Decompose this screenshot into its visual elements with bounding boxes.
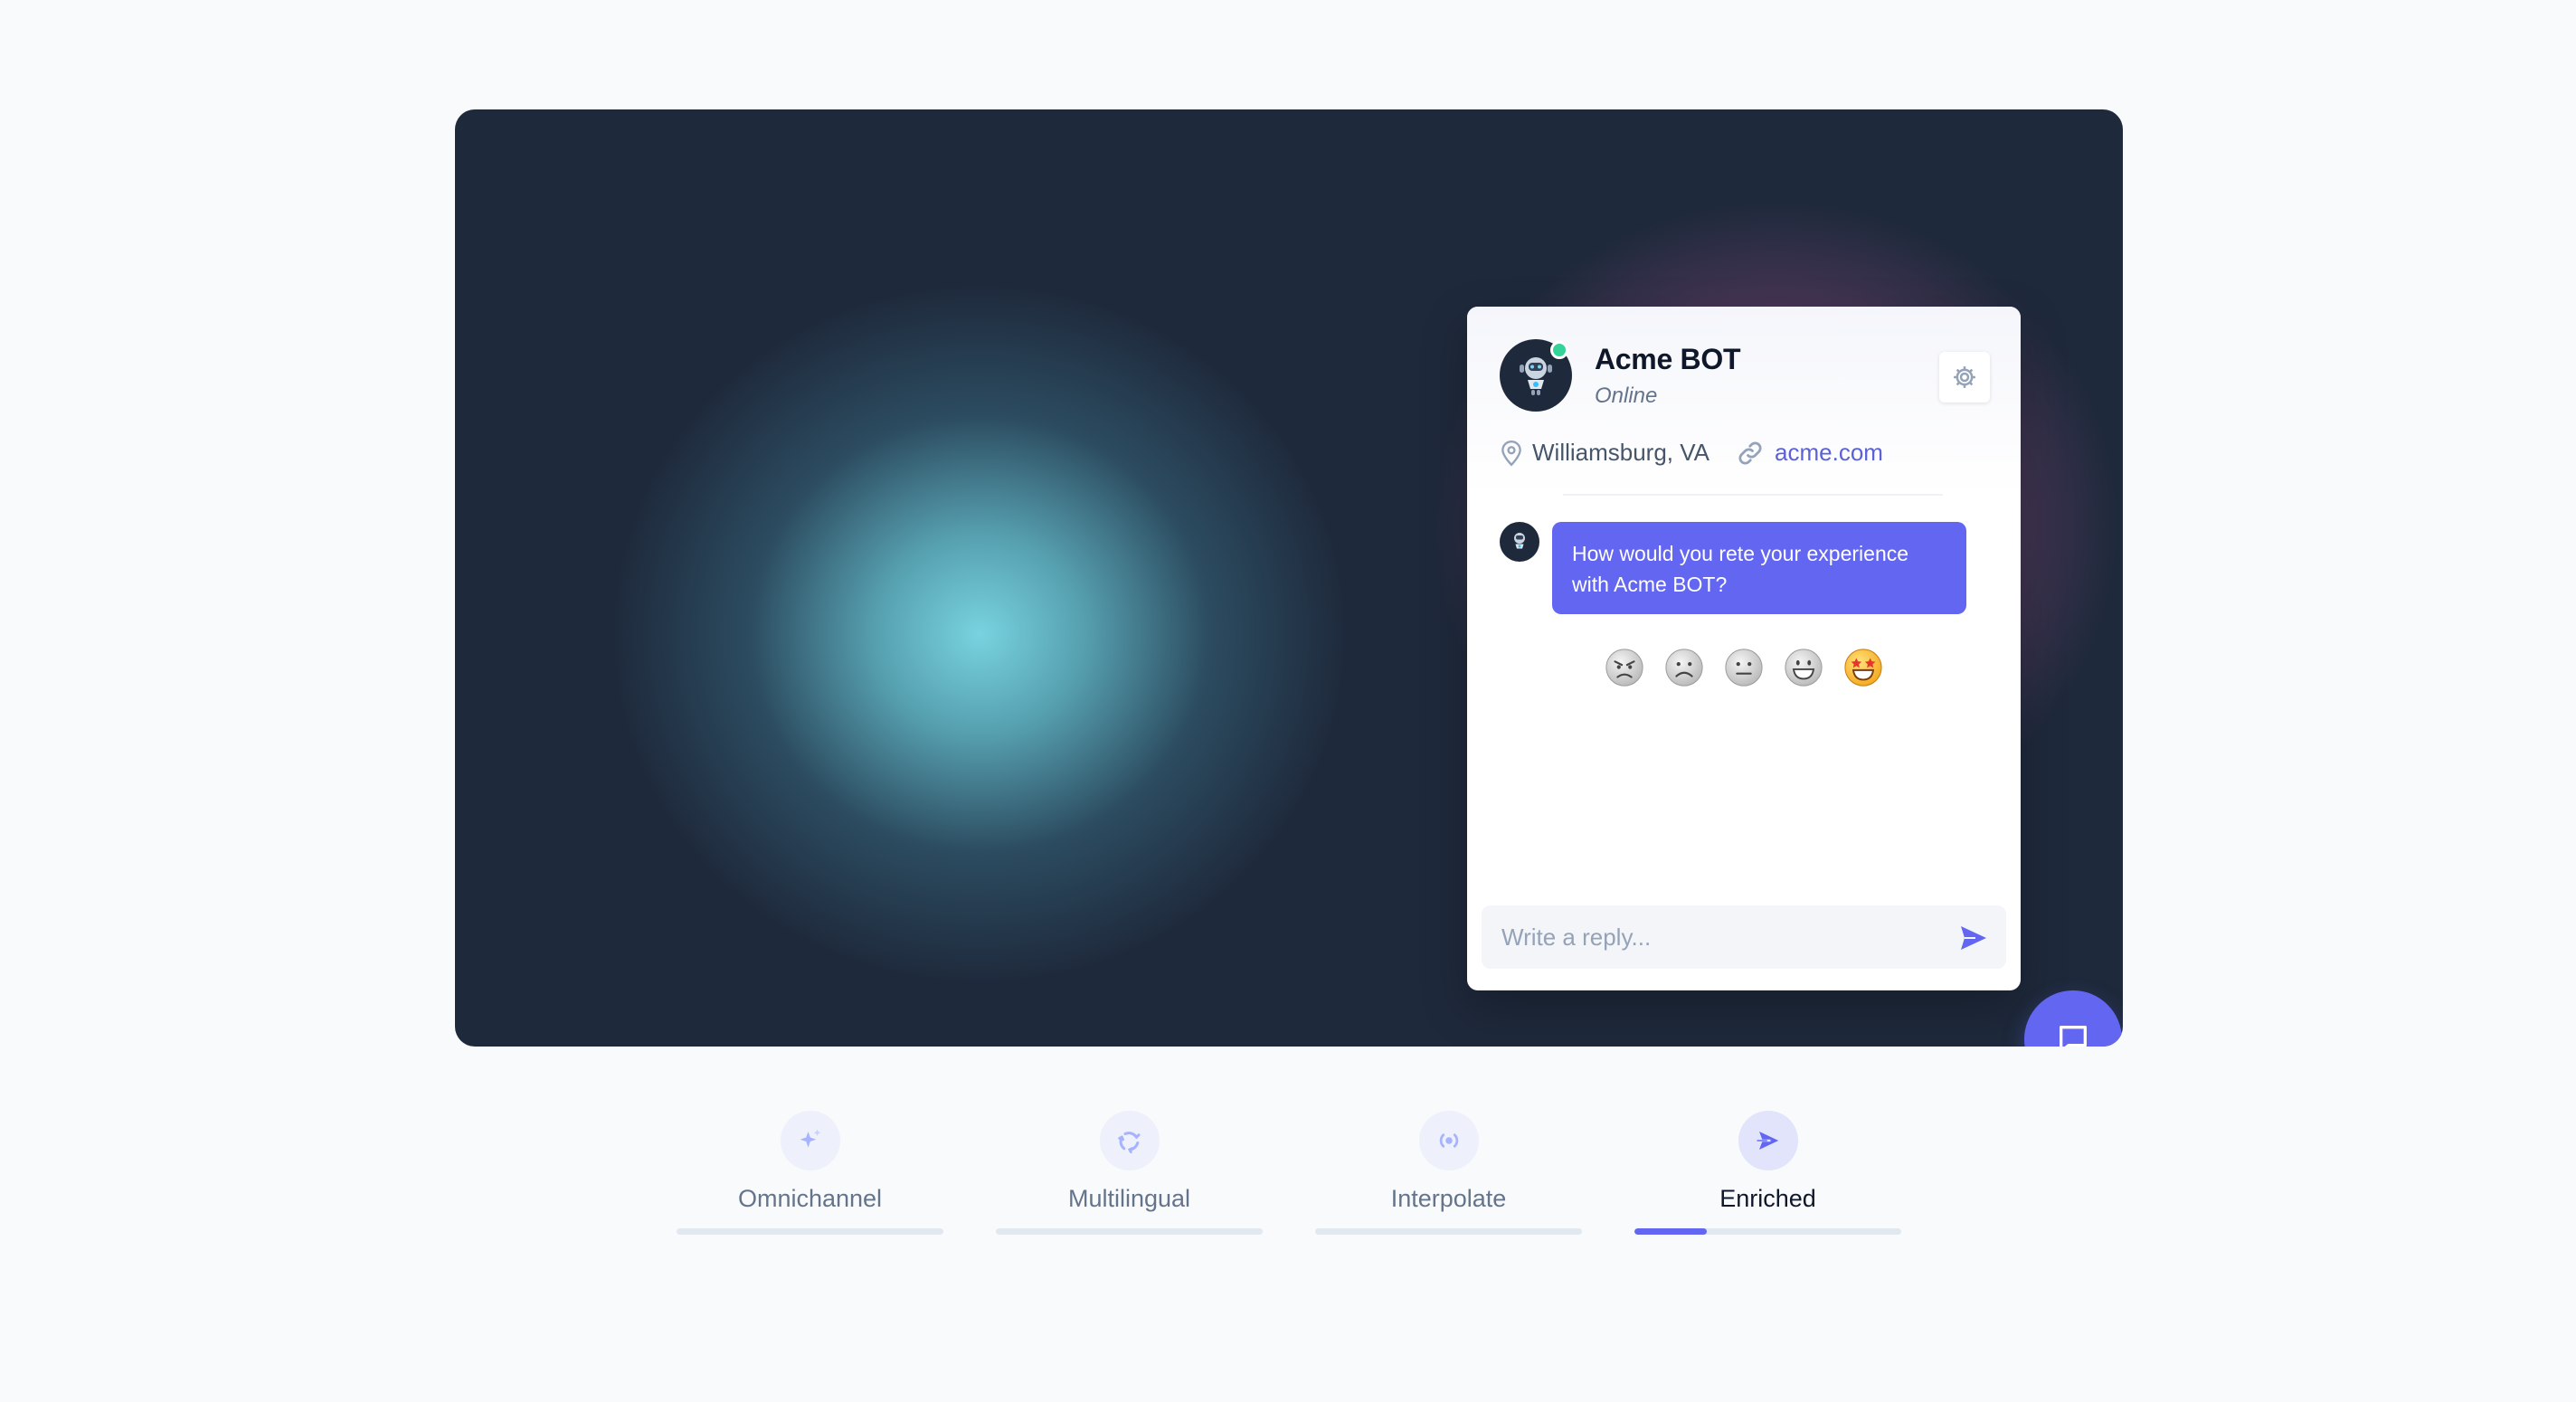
bot-status: Online <box>1595 384 1658 408</box>
tab-enriched[interactable]: Enriched <box>1634 1111 1901 1237</box>
bot-meta: Williamsburg, VA acme.com <box>1500 439 1883 467</box>
sparkles-icon <box>781 1111 840 1170</box>
location-info: Williamsburg, VA <box>1500 439 1709 467</box>
broadcast-icon <box>1419 1111 1479 1170</box>
tab-omnichannel[interactable]: Omnichannel <box>677 1111 943 1237</box>
grinning-face-icon[interactable] <box>1783 647 1824 688</box>
paper-plane-icon <box>1738 1111 1798 1170</box>
star-struck-face-icon[interactable] <box>1842 647 1884 688</box>
demo-stage: Acme BOT Online Williamsburg, VA acme.co… <box>455 109 2123 1047</box>
website-text[interactable]: acme.com <box>1775 439 1883 467</box>
bot-name: Acme BOT <box>1595 343 1741 375</box>
chat-header: Acme BOT Online Williamsburg, VA acme.co… <box>1467 307 2021 497</box>
open-chat-button[interactable] <box>2024 990 2122 1047</box>
gear-icon <box>1954 366 1975 388</box>
neutral-face-icon[interactable] <box>1723 647 1765 688</box>
tab-label: Interpolate <box>1390 1185 1507 1212</box>
tab-label: Multilingual <box>1067 1185 1191 1212</box>
tab-label: Enriched <box>1719 1185 1816 1212</box>
tab-interpolate[interactable]: Interpolate <box>1315 1111 1582 1237</box>
recycle-icon <box>1100 1111 1160 1170</box>
location-text: Williamsburg, VA <box>1532 439 1710 466</box>
frowning-face-icon[interactable] <box>1663 647 1705 688</box>
reply-bar <box>1482 905 2006 969</box>
tab-progress <box>996 1228 1263 1235</box>
online-indicator <box>1550 341 1568 359</box>
settings-button[interactable] <box>1939 352 1990 403</box>
tab-progress <box>677 1228 943 1235</box>
tab-progress-fill <box>1634 1228 1707 1235</box>
rating-options <box>1467 647 2021 688</box>
angry-face-icon[interactable] <box>1604 647 1645 688</box>
tab-progress <box>1634 1228 1901 1235</box>
reply-input[interactable] <box>1482 905 2006 969</box>
message-bubble: How would you rete your experience with … <box>1552 522 1966 614</box>
bot-message: How would you rete your experience with … <box>1500 522 1966 614</box>
link-icon <box>1738 440 1762 465</box>
map-pin-icon <box>1501 440 1521 467</box>
chat-widget: Acme BOT Online Williamsburg, VA acme.co… <box>1467 307 2021 990</box>
send-button[interactable] <box>1957 922 1990 954</box>
chat-bubble-icon <box>2060 1026 2087 1047</box>
website-link[interactable]: acme.com <box>1737 439 1883 467</box>
header-divider <box>1563 494 1943 496</box>
feature-tabs: Omnichannel Multilingual Interpolate Enr… <box>677 1111 1901 1237</box>
robot-mini-avatar-icon <box>1500 522 1539 562</box>
teal-glow <box>609 281 1350 987</box>
tab-progress <box>1315 1228 1582 1235</box>
send-icon <box>1961 926 1986 950</box>
tab-multilingual[interactable]: Multilingual <box>996 1111 1263 1237</box>
tab-label: Omnichannel <box>737 1185 883 1212</box>
